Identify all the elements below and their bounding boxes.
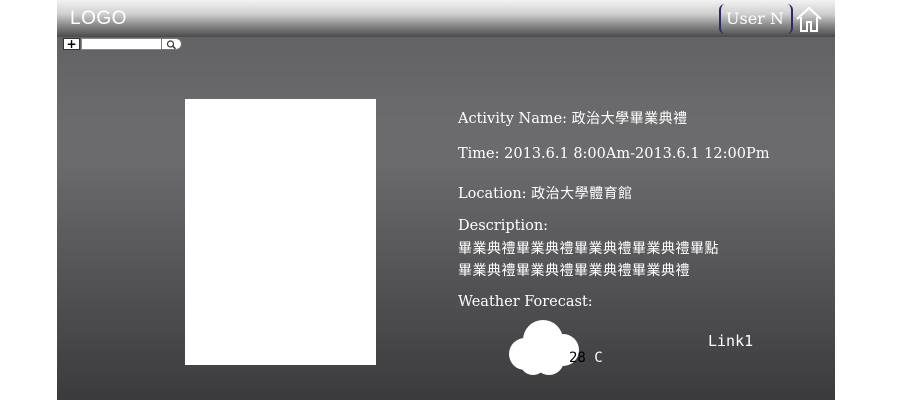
event-photo <box>185 99 376 365</box>
time-value: 2013.6.1 8:00Am-2013.6.1 12:00Pm <box>504 146 770 162</box>
activity-name-label: Activity Name: <box>458 111 572 127</box>
temperature-value: 28 <box>569 350 586 366</box>
description-label: Description: <box>458 218 549 234</box>
cloud-icon <box>505 318 587 376</box>
location-row: Location: 政治大學體育館 <box>458 183 633 203</box>
search-bar: + <box>60 38 182 51</box>
home-icon[interactable] <box>795 5 823 33</box>
activity-name-row: Activity Name: 政治大學畢業典禮 <box>458 108 688 128</box>
location-label: Location: <box>458 186 532 202</box>
time-label: Time: <box>458 146 505 162</box>
temperature-unit: C <box>585 350 603 366</box>
link1[interactable]: Link1 <box>708 332 753 350</box>
add-button[interactable]: + <box>63 38 80 50</box>
app-window: LOGO User N + Activity Name: 政治大學畢業典禮 Ti… <box>57 0 835 400</box>
weather-forecast-label: Weather Forecast: <box>458 294 593 310</box>
user-name[interactable]: User N <box>726 9 784 28</box>
search-icon <box>166 40 176 50</box>
location-value: 政治大學體育館 <box>531 186 633 202</box>
user-menu[interactable]: User N <box>719 4 793 34</box>
description-line: 畢業典禮畢業典禮畢業典禮畢業典禮畢點 <box>458 241 719 257</box>
description-line: 畢業典禮畢業典禮畢業典禮畢業典禮 <box>458 263 690 279</box>
activity-name-value: 政治大學畢業典禮 <box>571 111 688 127</box>
search-input[interactable] <box>81 38 163 50</box>
search-button[interactable] <box>161 38 182 50</box>
logo: LOGO <box>70 8 127 29</box>
top-bar: LOGO User N <box>57 0 835 37</box>
temperature: 28 C <box>569 350 603 366</box>
time-row: Time: 2013.6.1 8:00Am-2013.6.1 12:00Pm <box>458 146 769 162</box>
